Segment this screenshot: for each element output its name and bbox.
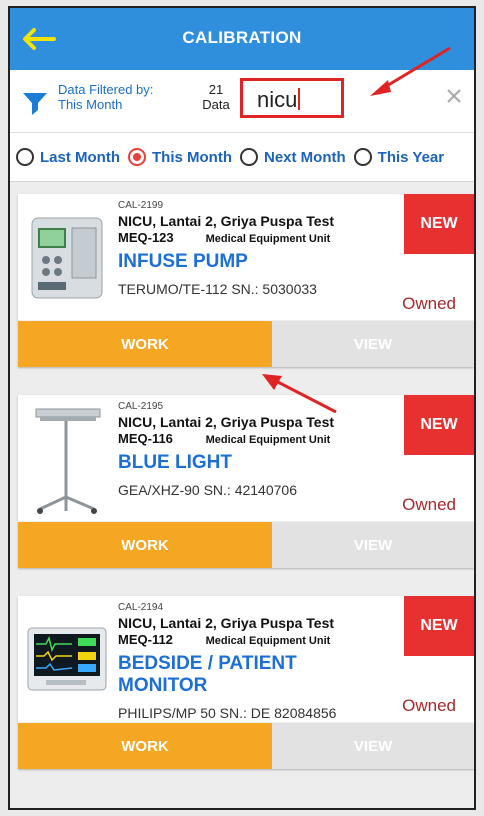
page-title: CALIBRATION [182,28,302,47]
location: NICU, Lantai 2, Griya Puspa Test [118,213,335,229]
meq-code: MEQ-112 [118,632,173,647]
radio-label: Last Month [40,148,120,166]
calibration-card[interactable]: CAL-2199 NICU, Lantai 2, Griya Puspa Tes… [18,194,474,367]
model-serial: PHILIPS/MP 50 SN.: DE 82084856 [118,705,337,721]
calibration-id: CAL-2194 [118,602,164,613]
radio-label: This Month [152,148,232,166]
filter-label: Data Filtered by: This Month [58,82,168,112]
filter-label-value: This Month [58,97,123,112]
funnel-icon[interactable] [22,90,48,118]
location: NICU, Lantai 2, Griya Puspa Test [118,615,335,631]
status-badge: NEW [404,194,474,254]
radio-button[interactable] [16,148,34,166]
period-radio-group: Last Month This Month Next Month This Ye… [10,133,474,182]
radio-label: This Year [377,148,445,166]
status-badge: NEW [404,395,474,455]
radio-button-selected[interactable] [128,148,146,166]
infusion-pump-image [31,217,103,299]
work-button[interactable]: WORK [18,522,272,568]
data-count-value: 21 [208,82,224,97]
work-button[interactable]: WORK [18,321,272,367]
meq-code: MEQ-123 [118,230,174,245]
view-button[interactable]: VIEW [272,723,474,769]
radio-button[interactable] [353,148,372,166]
equipment-name: BEDSIDE / PATIENT MONITOR [118,653,297,696]
calibration-card[interactable]: CAL-2194 NICU, Lantai 2, Griya Puspa Tes… [18,596,474,769]
location: NICU, Lantai 2, Griya Puspa Test [118,414,335,430]
radio-label: Next Month [263,148,346,166]
blue-light-lamp-image [35,408,101,514]
status-badge: NEW [404,596,474,656]
equipment-category: Medical Equipment Unit [205,635,331,647]
meq-code: MEQ-116 [118,431,173,446]
ownership-label: Owned [402,696,456,715]
model-serial: TERUMO/TE-112 SN.: 5030033 [118,281,317,297]
calibration-card[interactable]: CAL-2195 NICU, Lantai 2, Griya Puspa Tes… [18,395,474,568]
equipment-name: BLUE LIGHT [118,452,232,473]
radio-next-month[interactable]: Next Month [239,148,346,166]
radio-this-month[interactable]: This Month [128,148,232,166]
search-input[interactable]: nicu [240,78,344,118]
text-caret [298,88,301,110]
close-icon[interactable] [444,86,464,106]
work-button[interactable]: WORK [18,723,272,769]
calibration-id: CAL-2195 [118,401,164,412]
filter-label-title: Data Filtered by: [58,82,154,97]
data-count-label: Data [202,97,230,112]
phone-screen: CALIBRATION Data Filtered by: This Month… [8,6,476,810]
filter-bar: Data Filtered by: This Month 21 Data nic… [10,70,474,133]
equipment-category: Medical Equipment Unit [205,434,331,446]
app-bar: CALIBRATION [10,8,474,70]
patient-monitor-image [27,627,107,691]
view-button[interactable]: VIEW [272,522,474,568]
radio-this-year[interactable]: This Year [353,148,445,166]
ownership-label: Owned [402,294,456,313]
search-input-value: nicu [257,87,298,112]
equipment-name: INFUSE PUMP [118,251,248,272]
ownership-label: Owned [402,495,456,514]
equipment-category: Medical Equipment Unit [205,233,331,245]
data-count: 21 Data [192,82,240,112]
model-serial: GEA/XHZ-90 SN.: 42140706 [118,482,297,498]
view-button[interactable]: VIEW [272,321,474,367]
radio-last-month[interactable]: Last Month [16,148,120,166]
calibration-id: CAL-2199 [118,200,164,211]
radio-button[interactable] [239,148,258,166]
